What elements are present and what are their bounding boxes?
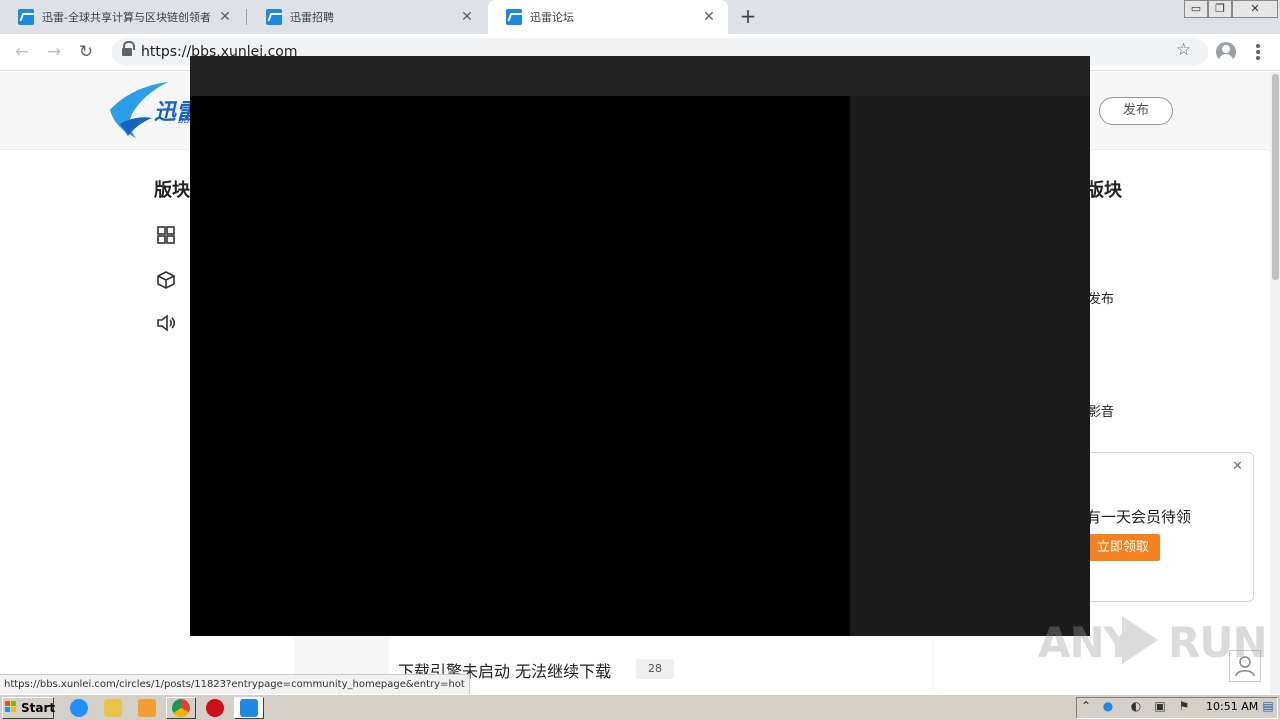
video-modal xyxy=(190,56,1090,636)
right-panel-item[interactable]: 发布 xyxy=(1088,288,1114,307)
xunlei-app-icon xyxy=(240,699,258,717)
tab-title: 迅雷招聘 xyxy=(290,11,334,24)
network-icon[interactable]: ▣ xyxy=(1152,699,1168,713)
tab-xunlei-jobs[interactable]: 迅雷招聘 ✕ xyxy=(248,0,486,34)
profile-avatar-icon[interactable] xyxy=(1216,42,1236,62)
restore-button[interactable]: ❐ xyxy=(1208,0,1232,18)
promo-close-icon[interactable]: ✕ xyxy=(1232,459,1243,474)
minimize-button[interactable]: ▭ xyxy=(1184,0,1208,18)
tab-close-icon[interactable]: ✕ xyxy=(700,8,718,26)
right-panel-title: 版块 xyxy=(1086,180,1122,201)
tab-close-icon[interactable]: ✕ xyxy=(458,8,476,26)
claim-now-button[interactable]: 立即领取 xyxy=(1086,534,1160,561)
modal-sidebar xyxy=(850,96,1090,636)
internet-explorer-icon[interactable] xyxy=(70,699,88,717)
right-panel-item[interactable]: 影音 xyxy=(1088,401,1114,420)
xunlei-tray-icon[interactable]: ● xyxy=(1100,699,1116,713)
watermark-text: ANY xyxy=(1038,618,1134,667)
tray-expand-icon[interactable]: ⌃ xyxy=(1078,699,1094,713)
back-button[interactable]: ← xyxy=(10,40,34,64)
tab-xunlei-forum[interactable]: 迅雷论坛 ✕ xyxy=(488,0,728,34)
tab-xunlei-home[interactable]: 迅雷-全球共享计算与区块链创领者 ✕ xyxy=(0,0,244,34)
grid-icon[interactable] xyxy=(156,225,176,245)
play-icon xyxy=(1122,616,1158,664)
xunlei-favicon-icon xyxy=(506,9,522,25)
close-window-button[interactable]: ✕ xyxy=(1232,0,1278,18)
tab-close-icon[interactable]: ✕ xyxy=(216,8,234,26)
media-player-icon[interactable] xyxy=(138,699,156,717)
watermark-text: RUN xyxy=(1168,618,1268,667)
taskbar-clock[interactable]: 10:51 AM xyxy=(1206,700,1258,713)
new-tab-button[interactable]: + xyxy=(738,6,758,26)
publish-button[interactable]: 发布 xyxy=(1099,97,1173,125)
cube-icon[interactable] xyxy=(156,270,176,290)
status-link-bubble: https://bbs.xunlei.com/circles/1/posts/1… xyxy=(0,674,470,694)
reload-button[interactable]: ↻ xyxy=(74,40,98,64)
modal-header xyxy=(190,56,1090,96)
chrome-icon xyxy=(172,699,190,717)
show-desktop-icon[interactable]: ▤ xyxy=(1260,699,1276,713)
action-center-flag-icon[interactable]: ⚑ xyxy=(1176,699,1192,713)
lock-icon[interactable] xyxy=(122,41,135,57)
volume-icon[interactable]: ◐ xyxy=(1128,699,1144,713)
opera-icon[interactable] xyxy=(206,699,224,717)
browser-menu-icon[interactable] xyxy=(1250,42,1266,62)
post-reply-count: 28 xyxy=(636,659,674,679)
anyrun-watermark: ANY RUN xyxy=(1038,610,1268,670)
tab-separator xyxy=(246,9,247,25)
xunlei-favicon-icon xyxy=(18,9,34,25)
bookmark-star-icon[interactable]: ☆ xyxy=(1176,40,1191,60)
video-player[interactable] xyxy=(190,96,850,636)
tab-title: 迅雷论坛 xyxy=(530,11,574,24)
tab-strip: 迅雷-全球共享计算与区块链创领者 ✕ 迅雷招聘 ✕ 迅雷论坛 ✕ + ▭ ❐ ✕ xyxy=(0,0,1280,34)
windows-flag-icon xyxy=(5,701,17,713)
forward-button[interactable]: → xyxy=(42,40,66,64)
promo-text: 有一天会员待领 xyxy=(1086,508,1192,526)
tab-title: 迅雷-全球共享计算与区块链创领者 xyxy=(42,11,211,24)
scrollbar-thumb[interactable] xyxy=(1272,74,1279,280)
folder-icon[interactable] xyxy=(104,699,122,717)
speaker-icon[interactable] xyxy=(156,313,176,333)
xunlei-favicon-icon xyxy=(266,9,282,25)
left-panel-title: 版块 xyxy=(154,180,190,201)
